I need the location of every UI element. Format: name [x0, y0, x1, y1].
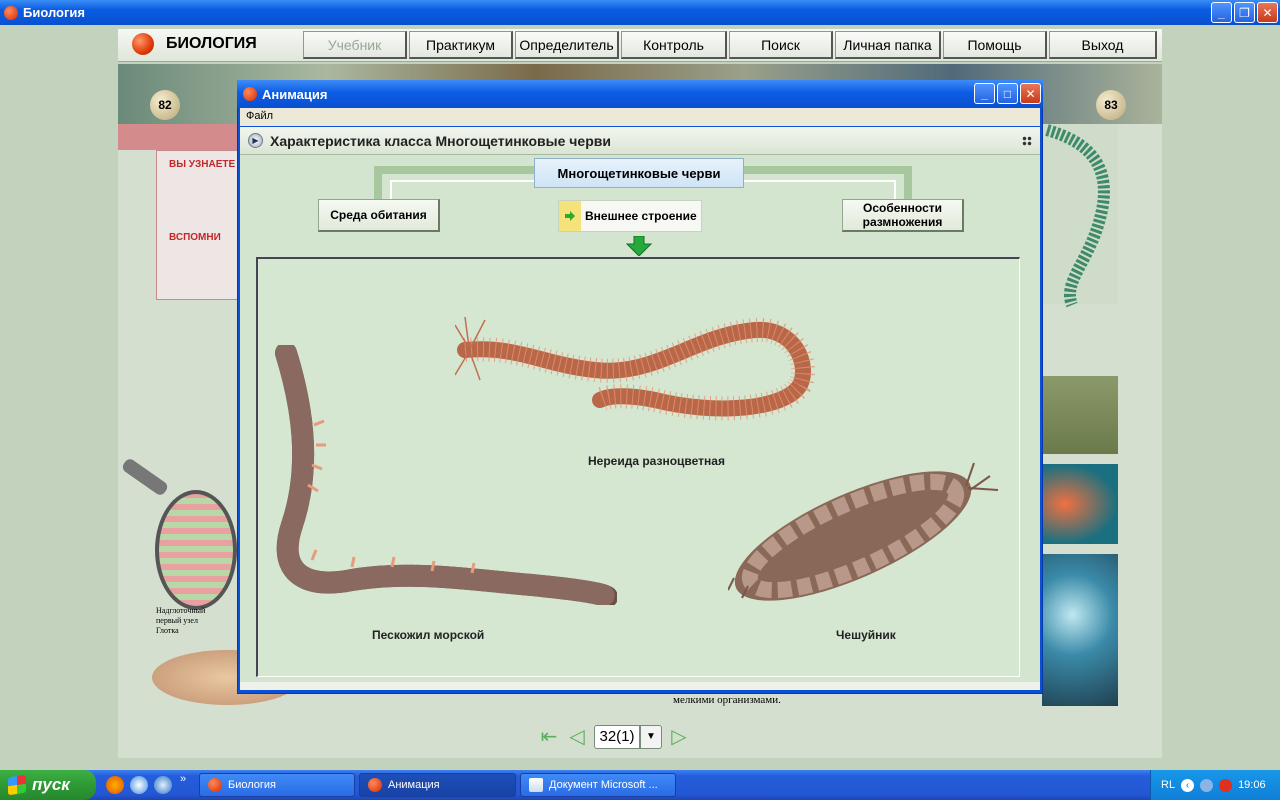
nav-textbook-button[interactable]: Учебник: [303, 31, 407, 59]
security-alert-icon[interactable]: [1219, 778, 1233, 792]
down-arrow-icon: [626, 236, 652, 256]
diagram-root-node: Многощетинковые черви: [534, 158, 744, 188]
dialog-maximize-button[interactable]: □: [997, 83, 1018, 104]
nav-practicum-button[interactable]: Практикум: [409, 31, 513, 59]
play-icon[interactable]: ▶: [248, 133, 263, 148]
nav-help-button[interactable]: Помощь: [943, 31, 1047, 59]
dialog-minimize-button[interactable]: _: [974, 83, 995, 104]
task-word-document[interactable]: Документ Microsoft ...: [520, 773, 676, 797]
remember-heading: ВСПОМНИ: [169, 232, 221, 243]
system-tray: RL ‹ 19:06: [1150, 770, 1280, 800]
apple-icon: [368, 778, 382, 792]
dialog-close-button[interactable]: ✕: [1020, 83, 1041, 104]
next-page-icon[interactable]: ▷: [668, 726, 690, 748]
left-page-number: 82: [150, 90, 180, 120]
start-label: пуск: [32, 775, 70, 794]
lugworm-illustration: [275, 345, 617, 605]
outer-title-bar[interactable]: Биология _ ❐ ✕: [0, 0, 1280, 25]
nav-personal-folder-button[interactable]: Личная папка: [835, 31, 941, 59]
task-biology[interactable]: Биология: [199, 773, 355, 797]
worm-photo-2: [1042, 464, 1118, 544]
green-worm-illustration: [1045, 124, 1110, 308]
label-pharynx: Глотка: [156, 626, 179, 635]
scale-worm-illustration: [728, 462, 999, 601]
word-document-icon: [529, 778, 543, 792]
restore-button[interactable]: ❐: [1234, 2, 1255, 23]
apple-logo-icon: [132, 33, 154, 55]
magnifier-illustration: [155, 490, 237, 610]
nav-identifier-button[interactable]: Определитель: [515, 31, 619, 59]
prev-page-icon[interactable]: ◁: [566, 726, 588, 748]
dialog-menu-bar: Файл: [240, 108, 1040, 126]
app-brand: БИОЛОГИЯ: [132, 33, 257, 55]
page-bottom-text: мелкими организмами.: [673, 694, 781, 706]
apple-icon: [4, 5, 18, 20]
task-word-label: Документ Microsoft ...: [549, 779, 658, 791]
dialog-header: ▶ Характеристика класса Многощетинковые …: [240, 127, 1040, 155]
nav-exit-button[interactable]: Выход: [1049, 31, 1157, 59]
task-animation-label: Анимация: [388, 779, 440, 791]
dialog-status-strip: [240, 682, 1040, 690]
brand-label: БИОЛОГИЯ: [166, 35, 257, 52]
worm-photo-3: [1042, 554, 1118, 706]
apple-icon: [243, 87, 257, 101]
grid-menu-icon[interactable]: [1022, 136, 1032, 146]
node-external-structure-button[interactable]: Внешнее строение: [558, 200, 702, 232]
active-arrow-icon: [559, 201, 581, 231]
nav-control-button[interactable]: Контроль: [621, 31, 727, 59]
node-reproduction-button[interactable]: Особенности размножения: [842, 199, 964, 232]
page-dropdown-button[interactable]: ▼: [640, 725, 662, 749]
page-number-input[interactable]: 32(1): [594, 725, 640, 749]
windows-flag-icon: [8, 774, 26, 796]
language-indicator[interactable]: RL: [1161, 779, 1175, 791]
node-active-label: Внешнее строение: [585, 209, 697, 223]
dialog-title-bar[interactable]: Анимация _ □ ✕: [237, 80, 1043, 108]
dialog-heading: Характеристика класса Многощетинковые че…: [270, 132, 611, 149]
task-biology-label: Биология: [228, 779, 277, 791]
page-pink-strip: [118, 124, 238, 150]
learn-box: ВЫ УЗНАЕТЕ ВСПОМНИ: [156, 150, 240, 300]
quicklaunch-more-icon[interactable]: »: [180, 773, 186, 785]
clock: 19:06: [1238, 779, 1266, 791]
minimize-button[interactable]: _: [1211, 2, 1232, 23]
menu-file[interactable]: Файл: [246, 110, 273, 122]
worm-photo-1: [1042, 376, 1118, 454]
dialog-title: Анимация: [262, 86, 328, 102]
tray-collapse-icon[interactable]: ‹: [1181, 778, 1195, 792]
start-button[interactable]: пуск: [0, 770, 96, 800]
browser-icon[interactable]: [154, 776, 172, 794]
label-scale-worm: Чешуйник: [836, 628, 896, 642]
label-lugworm: Пескожил морской: [372, 628, 485, 642]
outer-window-title: Биология: [23, 5, 85, 20]
close-button[interactable]: ✕: [1257, 2, 1278, 23]
label-ganglion: Надглоточный: [156, 606, 206, 615]
nav-search-button[interactable]: Поиск: [729, 31, 833, 59]
firefox-icon[interactable]: [106, 776, 124, 794]
learn-heading: ВЫ УЗНАЕТЕ: [169, 159, 236, 170]
first-page-icon[interactable]: ⇤: [538, 726, 560, 748]
apple-icon: [208, 778, 222, 792]
task-animation[interactable]: Анимация: [359, 773, 516, 797]
media-player-icon[interactable]: [130, 776, 148, 794]
anatomy-labels: Надглоточный первый узел Глотка: [156, 606, 205, 636]
label-first-node: первый узел: [156, 616, 198, 625]
network-icon[interactable]: [1200, 778, 1214, 792]
page-navigator: ⇤ ◁ 32(1) ▼ ▷: [538, 725, 690, 749]
node-habitat-button[interactable]: Среда обитания: [318, 199, 440, 232]
right-page-number: 83: [1096, 90, 1126, 120]
